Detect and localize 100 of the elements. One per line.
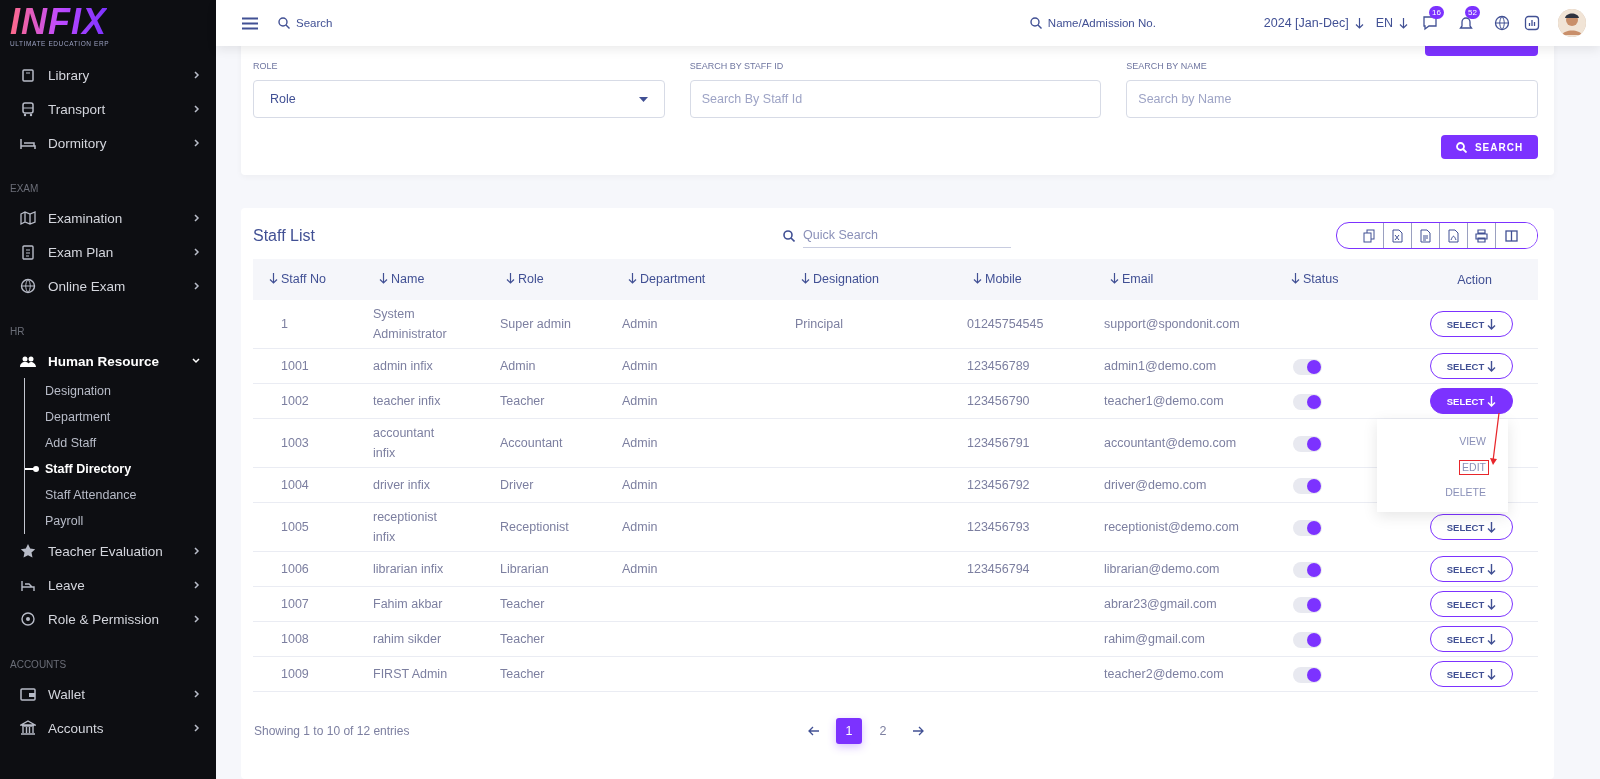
status-toggle[interactable] — [1293, 393, 1322, 410]
export-button[interactable] — [1495, 223, 1537, 248]
sidebar-item[interactable]: Teacher Evaluation — [0, 534, 216, 568]
menu-icon — [242, 16, 258, 30]
search-icon — [1029, 17, 1042, 29]
sort-arrow-icon — [973, 273, 982, 285]
table-cell-text: FIRST Admin — [373, 666, 448, 683]
sidebar-subitem[interactable]: Add Staff — [25, 430, 216, 456]
arrow-down-icon — [1487, 563, 1497, 575]
select-button[interactable]: SELECT — [1430, 353, 1513, 379]
table-cell: Admin — [622, 359, 658, 373]
role-dropdown[interactable]: Role — [253, 80, 665, 118]
table-cell: Receptionist — [500, 520, 569, 534]
table-cell: 123456789 — [967, 359, 1030, 373]
table-cell: Admin — [622, 520, 658, 534]
table-cell-text: teacher infix — [373, 393, 441, 410]
chevron-right-icon — [194, 248, 200, 256]
input-field[interactable]: Search By Staff Id — [689, 80, 1102, 118]
table-cell-text: receptionist infix — [373, 509, 438, 546]
table-cell: 1006 — [281, 562, 309, 576]
column-header[interactable]: Name — [379, 271, 425, 286]
table-cell: Admin — [500, 359, 536, 373]
sort-arrow-icon — [1110, 273, 1119, 285]
select-button[interactable]: SELECT — [1430, 661, 1513, 687]
status-toggle[interactable] — [1293, 631, 1322, 648]
column-header[interactable]: Action — [1457, 272, 1492, 287]
arrow-down-icon — [1487, 598, 1497, 610]
sidebar-item[interactable]: Leave — [0, 568, 216, 602]
sidebar-subitem[interactable]: Department — [25, 404, 216, 430]
search-field[interactable]: Search — [278, 17, 333, 29]
table-cell: 1001 — [281, 359, 309, 373]
chevron-right-icon — [194, 724, 200, 732]
status-toggle[interactable] — [1293, 596, 1322, 613]
status-toggle[interactable] — [1293, 666, 1322, 683]
table-cell: 1008 — [281, 632, 309, 646]
select-button[interactable]: SELECT — [1430, 311, 1513, 337]
chevron-right-icon — [194, 71, 200, 79]
sidebar-subitem[interactable]: Designation — [25, 378, 216, 404]
column-header[interactable]: Mobile — [973, 271, 1022, 286]
chevron-right-icon — [194, 615, 200, 623]
sidebar-item[interactable]: Exam Plan — [0, 235, 216, 269]
table-cell: 123456791 — [967, 436, 1030, 450]
table-cell: 123456792 — [967, 478, 1030, 492]
chevron-right-icon — [194, 547, 200, 555]
chevron-right-icon — [194, 581, 200, 589]
sidebar-item[interactable]: Dormitory — [0, 126, 216, 160]
table-cell: 123456790 — [967, 394, 1030, 408]
sidebar-item[interactable]: Transport — [0, 92, 216, 126]
arrow-down-icon — [1354, 17, 1364, 29]
field-label: ROLE — [253, 60, 279, 72]
sidebar-subitem[interactable]: Payroll — [25, 508, 216, 534]
sidebar-item[interactable]: Human Resource — [0, 344, 216, 378]
sidebar-item[interactable]: Role & Permission — [0, 602, 216, 636]
table-cell: accountant@demo.com — [1104, 436, 1237, 450]
table-cell: teacher2@demo.com — [1104, 667, 1224, 681]
arrow-down-icon — [1487, 668, 1497, 680]
select-button[interactable]: SELECT — [1430, 388, 1513, 414]
language-selector[interactable]: EN — [1375, 16, 1408, 30]
status-toggle[interactable] — [1293, 519, 1322, 536]
search-button[interactable]: SEARCH — [1441, 135, 1538, 159]
sidebar-item[interactable]: Library — [0, 58, 216, 92]
column-header[interactable]: Role — [506, 271, 544, 286]
wallet-icon — [20, 686, 36, 702]
status-toggle[interactable] — [1293, 561, 1322, 578]
sidebar-item[interactable]: Examination — [0, 201, 216, 235]
column-header[interactable]: Designation — [801, 271, 879, 286]
table-cell: 1004 — [281, 478, 309, 492]
sidebar-item[interactable]: Online Exam — [0, 269, 216, 303]
table-cell: Teacher — [500, 597, 545, 611]
column-header[interactable]: Staff No — [269, 271, 326, 286]
sort-arrow-icon — [269, 273, 278, 285]
column-header[interactable]: Department — [628, 271, 706, 286]
column-header[interactable]: Email — [1110, 271, 1154, 286]
column-header[interactable]: Status — [1291, 271, 1339, 286]
sidebar-item[interactable]: Accounts — [0, 711, 216, 745]
table-cell: Accountant — [500, 436, 563, 450]
table-cell-text: admin infix — [373, 358, 433, 375]
status-toggle[interactable] — [1293, 477, 1322, 494]
chevron-right-icon — [194, 139, 200, 147]
select-button[interactable]: SELECT — [1430, 626, 1513, 652]
page-button[interactable]: 1 — [836, 718, 862, 744]
select-button[interactable]: SELECT — [1430, 514, 1513, 540]
sidebar-subitem[interactable]: Staff Directory — [25, 456, 216, 482]
sort-arrow-icon — [506, 273, 515, 285]
status-toggle[interactable] — [1293, 435, 1322, 452]
status-toggle[interactable] — [1293, 358, 1322, 375]
select-button[interactable]: SELECT — [1430, 556, 1513, 582]
table-cell: Teacher — [500, 632, 545, 646]
table-cell-text: rahim sikder — [373, 631, 442, 648]
select-button[interactable]: SELECT — [1430, 591, 1513, 617]
globe-icon — [20, 278, 36, 294]
input-field[interactable]: Search by Name — [1126, 80, 1538, 118]
arrow-down-icon — [1487, 318, 1497, 330]
sidebar-subitem[interactable]: Staff Attendance — [25, 482, 216, 508]
caret-down-icon — [638, 96, 648, 102]
sidebar-item[interactable]: Wallet — [0, 677, 216, 711]
avatar-icon — [1558, 9, 1586, 37]
session-selector[interactable]: 2024 [Jan-Dec] — [1263, 16, 1364, 30]
arrow-left-icon — [808, 726, 820, 736]
table-cell: 123456794 — [967, 562, 1030, 576]
